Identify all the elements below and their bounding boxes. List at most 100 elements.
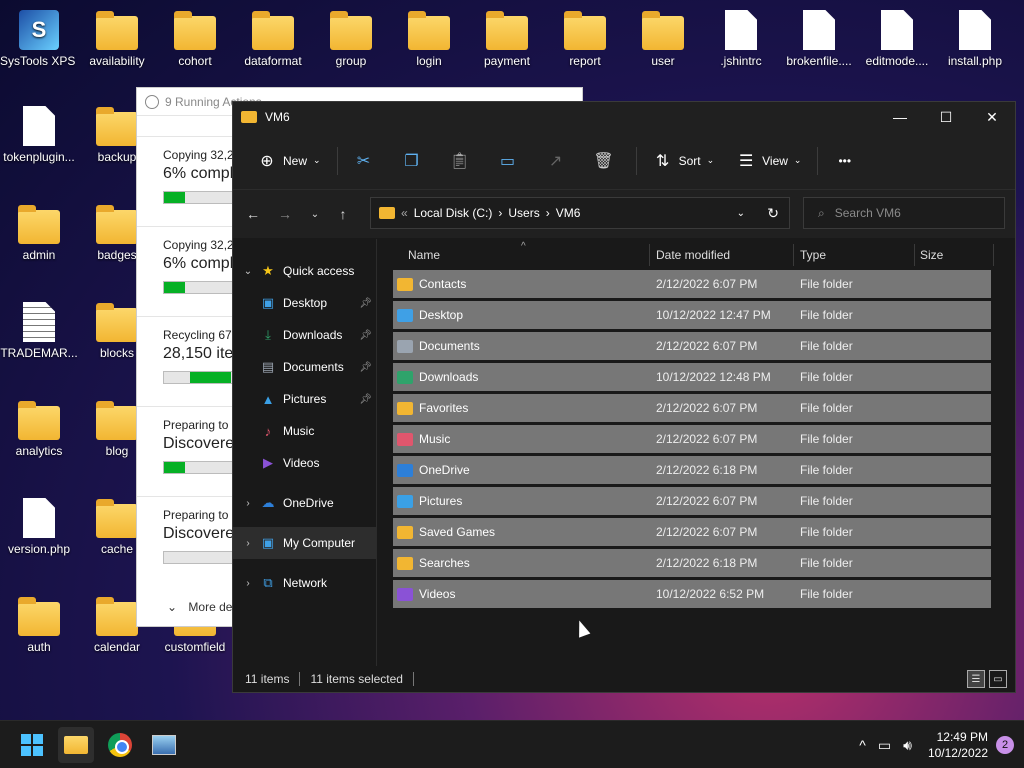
- nav-network[interactable]: › ⧉ Network: [233, 567, 376, 599]
- clock[interactable]: 12:49 PM 10/12/2022: [928, 729, 988, 761]
- network-status-icon[interactable]: ▭: [878, 737, 891, 754]
- nav-my-computer[interactable]: › ▣ My Computer: [233, 527, 376, 559]
- desktop-icon-label: brokenfile....: [786, 54, 852, 68]
- address-bar[interactable]: « Local Disk (C:) › Users › VM6 ⌄ ↻: [370, 197, 790, 229]
- nav-item-music[interactable]: ♪ Music: [233, 415, 376, 447]
- desktop-icon-c1-2[interactable]: TRADEMAR...: [0, 302, 78, 360]
- desktop-icon-label: auth: [27, 640, 51, 654]
- tiles-view-button[interactable]: ▭: [989, 670, 1007, 688]
- desktop-icon-c1-0[interactable]: tokenplugin...: [0, 106, 78, 164]
- view-button[interactable]: ☰ View ⌄: [730, 146, 802, 176]
- desktop-icon-r1-6[interactable]: payment: [468, 10, 546, 68]
- table-row[interactable]: Searches 2/12/2022 6:18 PM File folder: [393, 549, 991, 577]
- pin-icon[interactable]: 📌︎: [359, 330, 372, 341]
- table-row[interactable]: Documents 2/12/2022 6:07 PM File folder: [393, 332, 991, 360]
- desktop-icon-label: calendar: [93, 640, 141, 654]
- minimize-button[interactable]: —: [877, 102, 923, 132]
- taskbar-chrome[interactable]: [102, 727, 138, 763]
- nav-item-pictures[interactable]: ▲ Pictures 📌︎: [233, 383, 376, 415]
- table-row[interactable]: Desktop 10/12/2022 12:47 PM File folder: [393, 301, 991, 329]
- refresh-button[interactable]: ↻: [767, 205, 779, 222]
- desktop-icon-r1-0[interactable]: S SysTools XPS Viewer: [0, 10, 78, 68]
- column-size[interactable]: Size: [920, 248, 943, 262]
- table-row[interactable]: Music 2/12/2022 6:07 PM File folder: [393, 425, 991, 453]
- cut-button[interactable]: ✂: [348, 146, 380, 176]
- maximize-button[interactable]: ☐: [923, 102, 969, 132]
- breadcrumb-users[interactable]: Users: [508, 206, 539, 220]
- nav-item-documents[interactable]: ▤ Documents 📌︎: [233, 351, 376, 383]
- desktop-icon-c1-4[interactable]: version.php: [0, 498, 78, 556]
- sort-button[interactable]: ⇅ Sort ⌄: [647, 146, 714, 176]
- table-row[interactable]: OneDrive 2/12/2022 6:18 PM File folder: [393, 456, 991, 484]
- table-row[interactable]: Downloads 10/12/2022 12:48 PM File folder: [393, 363, 991, 391]
- nav-quick-access[interactable]: ⌄ ★ Quick access: [233, 255, 376, 287]
- notification-badge[interactable]: 2: [996, 736, 1014, 754]
- desktop-icon-r1-5[interactable]: login: [390, 10, 468, 68]
- recent-locations-button[interactable]: ⌄: [301, 209, 329, 220]
- pin-icon[interactable]: 📌︎: [359, 394, 372, 405]
- up-button[interactable]: ↑: [329, 206, 357, 222]
- volume-icon[interactable]: 🔊︎: [903, 737, 912, 754]
- forward-button[interactable]: →: [269, 206, 301, 222]
- desktop-icon-r1-10[interactable]: brokenfile....: [780, 10, 858, 68]
- table-row[interactable]: Pictures 2/12/2022 6:07 PM File folder: [393, 487, 991, 515]
- rename-button[interactable]: ▭: [492, 146, 524, 176]
- nav-label: Videos: [283, 456, 320, 470]
- details-view-button[interactable]: ☰: [967, 670, 985, 688]
- desktop-icon-r1-9[interactable]: .jshintrc: [702, 10, 780, 68]
- nav-item-desktop[interactable]: ▣ Desktop 📌︎: [233, 287, 376, 319]
- paste-button[interactable]: 📋︎: [444, 146, 476, 176]
- desktop-icon-r1-7[interactable]: report: [546, 10, 624, 68]
- delete-button[interactable]: 🗑︎: [588, 146, 620, 176]
- pin-icon[interactable]: 📌︎: [359, 362, 372, 373]
- desktop-icon-r1-11[interactable]: editmode....: [858, 10, 936, 68]
- share-button[interactable]: ↗: [540, 146, 572, 176]
- row-name: OneDrive: [419, 463, 470, 477]
- file-explorer-window[interactable]: VM6 — ☐ ✕ ⊕ New ⌄ ✂ ❐ 📋︎ ▭ ↗ 🗑︎ ⇅ Sort ⌄…: [232, 101, 1016, 693]
- column-type[interactable]: Type: [800, 248, 826, 262]
- nav-item-downloads[interactable]: ⤓ Downloads 📌︎: [233, 319, 376, 351]
- desktop-icon-label: payment: [483, 54, 531, 68]
- copy-button[interactable]: ❐: [396, 146, 428, 176]
- table-row[interactable]: Contacts 2/12/2022 6:07 PM File folder: [393, 270, 991, 298]
- new-button[interactable]: ⊕ New ⌄: [251, 146, 320, 176]
- address-overflow[interactable]: «: [401, 206, 408, 220]
- folder-icon: [397, 463, 413, 477]
- sort-icon: ⇅: [655, 152, 670, 170]
- taskbar-app[interactable]: [146, 727, 182, 763]
- folder-icon: [64, 736, 88, 754]
- desktop-icon-c1-1[interactable]: admin: [0, 204, 78, 262]
- download-icon: ⤓: [265, 327, 271, 342]
- close-button[interactable]: ✕: [969, 102, 1015, 132]
- desktop-icon-r1-3[interactable]: dataformat: [234, 10, 312, 68]
- see-more-button[interactable]: •••: [828, 146, 851, 176]
- more-details-button[interactable]: ⌄ More det: [167, 600, 236, 614]
- file-list[interactable]: ^ Name Date modified Type Size Contacts 2…: [377, 239, 1015, 666]
- row-date: 2/12/2022 6:07 PM: [656, 494, 758, 508]
- explorer-titlebar[interactable]: VM6 — ☐ ✕: [233, 102, 1015, 132]
- desktop-icon-c1-3[interactable]: analytics: [0, 400, 78, 458]
- desktop-icon-c1-5[interactable]: auth: [0, 596, 78, 654]
- column-date-modified[interactable]: Date modified: [656, 248, 730, 262]
- table-row[interactable]: Favorites 2/12/2022 6:07 PM File folder: [393, 394, 991, 422]
- back-button[interactable]: ←: [237, 206, 269, 222]
- nav-onedrive[interactable]: › ☁ OneDrive: [233, 487, 376, 519]
- pin-icon[interactable]: 📌︎: [359, 298, 372, 309]
- desktop-icon-r1-8[interactable]: user: [624, 10, 702, 68]
- search-input[interactable]: ⌕ Search VM6: [803, 197, 1005, 229]
- chevron-up-icon[interactable]: ^: [859, 737, 866, 753]
- nav-item-videos[interactable]: ▶ Videos: [233, 447, 376, 479]
- desktop-icon-r1-2[interactable]: cohort: [156, 10, 234, 68]
- desktop-icon-r1-4[interactable]: group: [312, 10, 390, 68]
- table-row[interactable]: Saved Games 2/12/2022 6:07 PM File folder: [393, 518, 991, 546]
- address-dropdown-button[interactable]: ⌄: [737, 208, 745, 219]
- table-row[interactable]: Videos 10/12/2022 6:52 PM File folder: [393, 580, 991, 608]
- start-button[interactable]: [14, 727, 50, 763]
- chevron-right-icon: ›: [498, 206, 503, 220]
- desktop-icon-r1-1[interactable]: availability: [78, 10, 156, 68]
- taskbar-file-explorer[interactable]: [58, 727, 94, 763]
- desktop-icon-r1-12[interactable]: install.php: [936, 10, 1014, 68]
- column-name[interactable]: Name: [408, 248, 440, 262]
- breadcrumb-vm6[interactable]: VM6: [556, 206, 581, 220]
- breadcrumb-local-disk[interactable]: Local Disk (C:): [414, 206, 493, 220]
